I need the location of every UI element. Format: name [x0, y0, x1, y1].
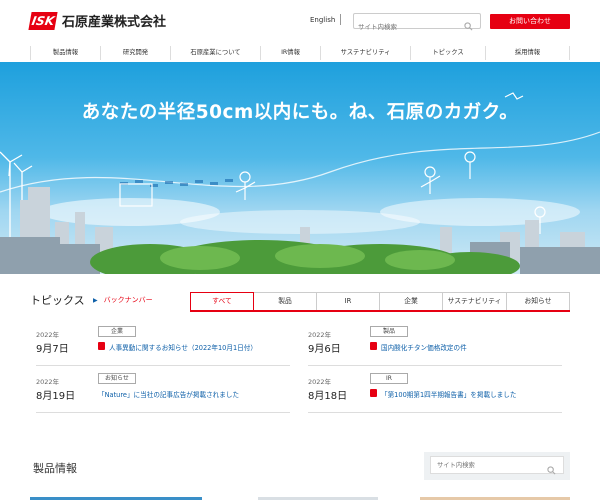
- tab-products[interactable]: 製品: [254, 292, 317, 310]
- news-date: 9月7日: [36, 344, 69, 355]
- search-icon[interactable]: [464, 16, 473, 35]
- news-headline[interactable]: 「Nature」に当社の記事広告が掲載されました: [98, 389, 239, 399]
- nav-topics[interactable]: トピックス: [410, 46, 485, 60]
- global-nav: 製品情報 研究開発 石原産業について IR情報 サステナビリティ トピックス 採…: [0, 46, 600, 62]
- header-divider: [340, 14, 341, 25]
- search-icon[interactable]: [547, 460, 556, 479]
- tab-corporate[interactable]: 企業: [380, 292, 443, 310]
- company-logo[interactable]: ISK 石原産業株式会社: [28, 11, 167, 30]
- tab-sustainability[interactable]: サステナビリティ: [443, 292, 507, 310]
- nav-ir[interactable]: IR情報: [260, 46, 320, 60]
- nav-sustainability[interactable]: サステナビリティ: [320, 46, 410, 60]
- header-search-input[interactable]: [358, 20, 458, 34]
- backnumber-link[interactable]: ▶ バックナンバー: [93, 295, 153, 305]
- pdf-icon: [370, 389, 377, 397]
- news-headline[interactable]: 人事異動に関するお知らせ（2022年10月1日付）: [109, 342, 257, 352]
- news-item[interactable]: 2022年 9月7日 企業 人事異動に関するお知らせ（2022年10月1日付）: [36, 322, 290, 366]
- news-year: 2022年: [36, 378, 60, 386]
- news-item[interactable]: 2022年 8月18日 IR 「第100期第1四半期報告書」を掲載しました: [308, 369, 562, 413]
- news-category-badge: 企業: [98, 326, 136, 337]
- english-link[interactable]: English: [310, 16, 335, 24]
- topics-tabs: すべて 製品 IR 企業 サステナビリティ お知らせ: [190, 292, 570, 312]
- contact-button[interactable]: お問い合わせ: [490, 14, 570, 29]
- news-category-badge: IR: [370, 373, 408, 384]
- news-headline[interactable]: 国内酸化チタン価格改定の件: [381, 342, 467, 352]
- nav-research[interactable]: 研究開発: [100, 46, 170, 60]
- news-date: 9月6日: [308, 344, 341, 355]
- nav-recruit[interactable]: 採用情報: [485, 46, 570, 60]
- hero-catchphrase: あなたの半径50cm以内にも。ね、石原のカガク。: [81, 102, 519, 123]
- hero-banner[interactable]: あなたの半径50cm以内にも。ね、石原のカガク。: [0, 62, 600, 274]
- site-header: ISK 石原産業株式会社 English お問い合わせ: [0, 0, 600, 44]
- pdf-icon: [370, 342, 377, 350]
- news-category-badge: 製品: [370, 326, 408, 337]
- tab-ir[interactable]: IR: [317, 292, 380, 310]
- tab-all[interactable]: すべて: [190, 292, 254, 310]
- news-year: 2022年: [308, 378, 332, 386]
- news-headline[interactable]: 「第100期第1四半期報告書」を掲載しました: [381, 389, 516, 399]
- header-search[interactable]: [353, 13, 481, 34]
- product-search-panel: [424, 452, 570, 480]
- product-search-input[interactable]: [437, 459, 537, 472]
- news-year: 2022年: [36, 331, 60, 339]
- isk-logo-mark: ISK: [28, 11, 58, 30]
- news-date: 8月19日: [36, 391, 76, 402]
- hero-illustration: [0, 92, 600, 274]
- news-item[interactable]: 2022年 8月19日 お知らせ 「Nature」に当社の記事広告が掲載されまし…: [36, 369, 290, 413]
- company-name: 石原産業株式会社: [62, 15, 167, 30]
- triangle-right-icon: ▶: [93, 297, 98, 304]
- tab-notice[interactable]: お知らせ: [507, 292, 570, 310]
- news-date: 8月18日: [308, 391, 348, 402]
- nav-products[interactable]: 製品情報: [30, 46, 100, 60]
- pdf-icon: [98, 342, 105, 350]
- backnumber-label: バックナンバー: [103, 296, 153, 304]
- news-category-badge: お知らせ: [98, 373, 136, 384]
- news-year: 2022年: [308, 331, 332, 339]
- news-item[interactable]: 2022年 9月6日 製品 国内酸化チタン価格改定の件: [308, 322, 562, 366]
- products-heading: 製品情報: [33, 462, 77, 475]
- topics-heading: トピックス: [30, 294, 85, 307]
- nav-about[interactable]: 石原産業について: [170, 46, 260, 60]
- product-search-box[interactable]: [430, 456, 564, 475]
